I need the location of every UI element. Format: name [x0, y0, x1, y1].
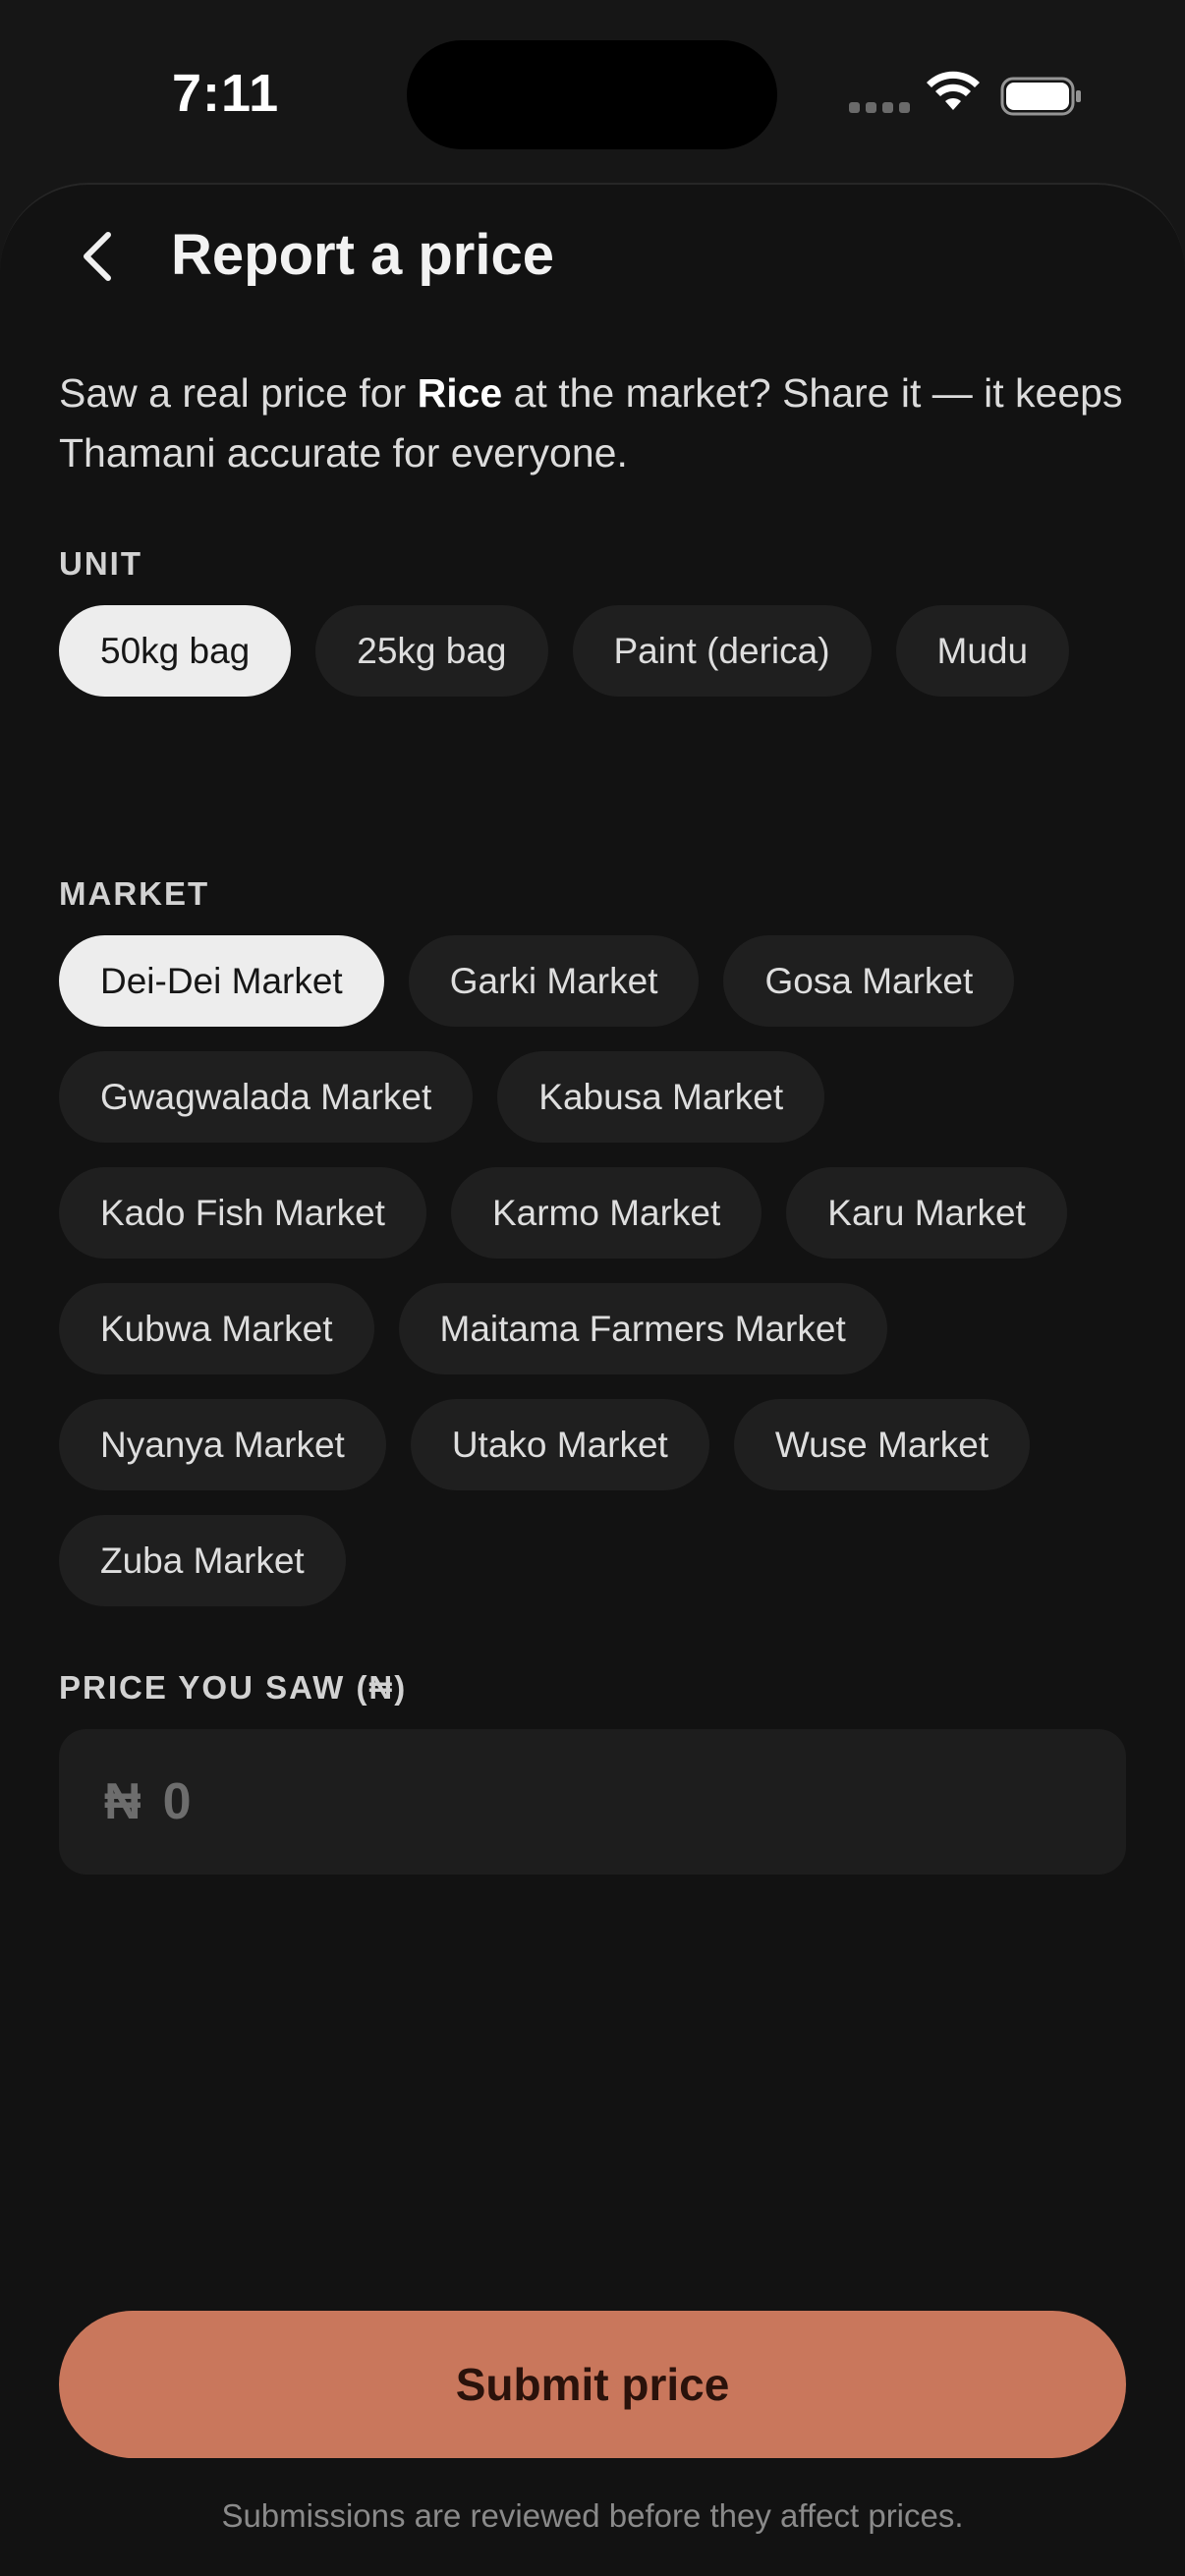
market-chip[interactable]: Garki Market [408, 935, 700, 1027]
market-chip[interactable]: Maitama Farmers Market [398, 1283, 887, 1374]
market-chip[interactable]: Zuba Market [59, 1515, 346, 1606]
status-time: 7:11 [172, 64, 280, 123]
back-button[interactable] [59, 217, 138, 296]
unit-options: 50kg bag 25kg bag Paint (derica) Mudu [59, 605, 1130, 697]
market-chip[interactable]: Kabusa Market [497, 1051, 825, 1143]
market-chip[interactable]: Karu Market [786, 1167, 1067, 1259]
price-field[interactable]: ₦ [59, 1729, 1126, 1875]
market-chip[interactable]: Kado Fish Market [59, 1167, 426, 1259]
unit-chip[interactable]: Paint (derica) [572, 605, 872, 697]
unit-chip[interactable]: 25kg bag [315, 605, 548, 697]
unit-chip[interactable]: Mudu [895, 605, 1070, 697]
chevron-left-icon [84, 232, 111, 281]
unit-chip[interactable]: 50kg bag [59, 605, 292, 697]
market-chip[interactable]: Dei-Dei Market [59, 935, 384, 1027]
wifi-icon [927, 71, 980, 110]
submit-price-button[interactable]: Submit price [59, 2311, 1126, 2458]
market-chip[interactable]: Gosa Market [723, 935, 1015, 1027]
intro-text: Saw a real price for Rice at the market?… [59, 364, 1130, 483]
dynamic-island [407, 40, 777, 149]
status-bar: 7:11 [0, 0, 1185, 187]
market-chip[interactable]: Gwagwalada Market [59, 1051, 474, 1143]
price-input[interactable] [162, 1772, 1047, 1831]
naira-currency-icon: ₦ [104, 1773, 141, 1830]
battery-icon [1000, 77, 1081, 116]
market-chip[interactable]: Utako Market [410, 1399, 709, 1490]
cellular-signal-icon [849, 102, 910, 113]
market-label: MARKET [59, 875, 210, 912]
intro-item-name: Rice [417, 370, 503, 416]
market-chip[interactable]: Nyanya Market [59, 1399, 386, 1490]
review-footnote: Submissions are reviewed before they aff… [221, 2497, 964, 2534]
page-title: Report a price [171, 223, 554, 287]
market-options: Dei-Dei Market Garki Market Gosa Market … [59, 935, 1130, 1606]
intro-prefix: Saw a real price for [59, 370, 418, 416]
unit-label: UNIT [59, 545, 142, 582]
price-label: PRICE YOU SAW (₦) [59, 1669, 408, 1706]
market-chip[interactable]: Kubwa Market [59, 1283, 374, 1374]
market-chip[interactable]: Wuse Market [733, 1399, 1031, 1490]
market-chip[interactable]: Karmo Market [450, 1167, 762, 1259]
